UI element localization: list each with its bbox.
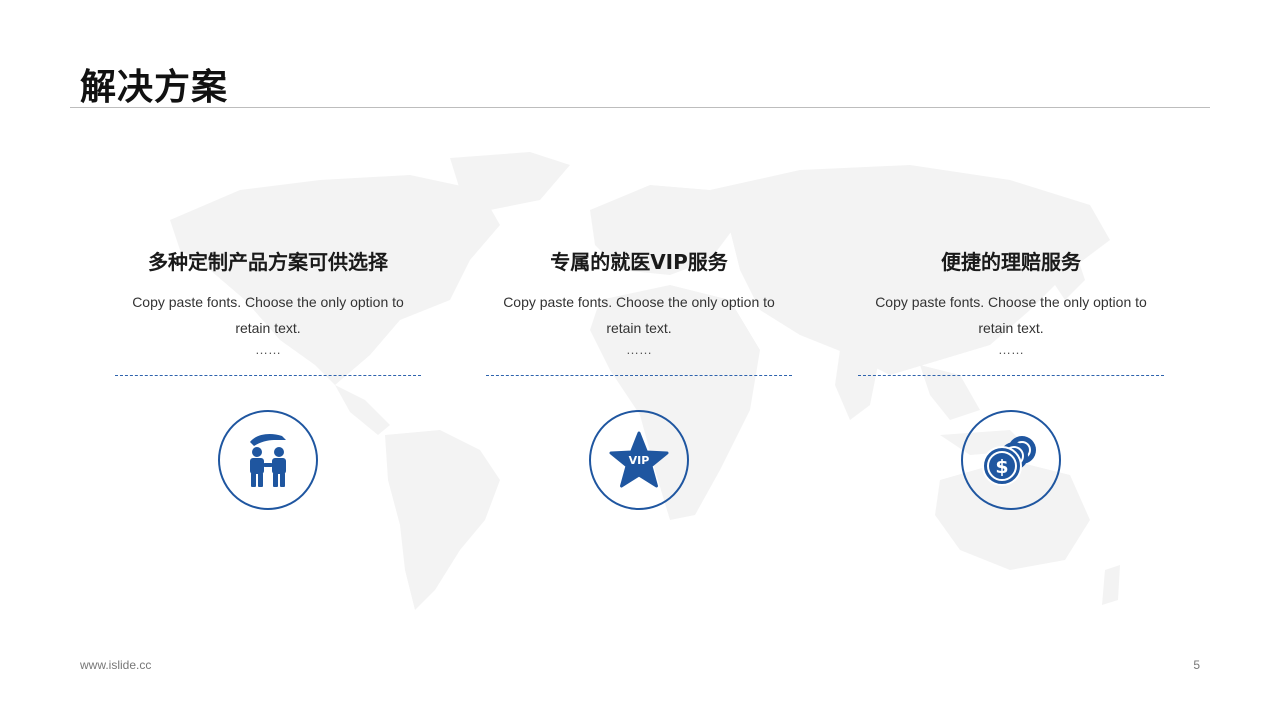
vip-label: VIP: [629, 454, 650, 467]
coins-icon: $: [982, 436, 1036, 486]
vip-star-icon: VIP: [609, 431, 669, 488]
column-ellipsis: ……: [998, 342, 1024, 357]
column-ellipsis: ……: [255, 342, 281, 357]
solution-column-claims-service: 便捷的理赔服务 Copy paste fonts. Choose the onl…: [856, 245, 1166, 510]
footer-url: www.islide.cc: [80, 658, 152, 672]
dashed-divider: [115, 375, 421, 376]
icon-circle: VIP: [589, 410, 689, 510]
dashed-divider: [486, 375, 792, 376]
dashed-divider: [858, 375, 1164, 376]
icon-circle: [218, 410, 318, 510]
people-protection-icon: [250, 434, 286, 487]
title-divider: [70, 107, 1210, 108]
column-heading: 便捷的理赔服务: [941, 250, 1081, 274]
column-description: Copy paste fonts. Choose the only option…: [132, 294, 404, 336]
solution-column-vip-service: 专属的就医VIP服务 Copy paste fonts. Choose the …: [484, 245, 794, 510]
column-heading: 专属的就医VIP服务: [550, 250, 728, 274]
dollar-sign: $: [995, 456, 1008, 478]
column-heading: 多种定制产品方案可供选择: [148, 250, 388, 274]
column-description: Copy paste fonts. Choose the only option…: [875, 294, 1147, 336]
column-ellipsis: ……: [626, 342, 652, 357]
page-number: 5: [1193, 658, 1200, 672]
icon-circle: $: [961, 410, 1061, 510]
column-description: Copy paste fonts. Choose the only option…: [503, 294, 775, 336]
solution-column-custom-plans: 多种定制产品方案可供选择 Copy paste fonts. Choose th…: [113, 245, 423, 510]
slide-title: 解决方案: [80, 67, 229, 108]
